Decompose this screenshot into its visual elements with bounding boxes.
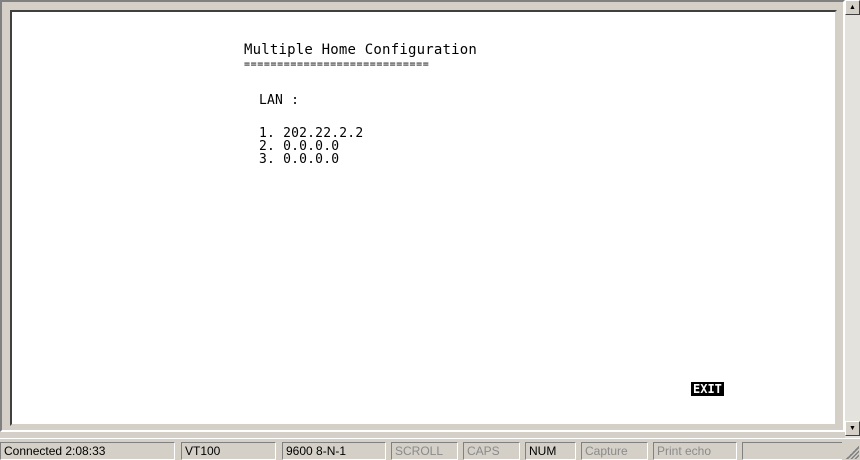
print-echo-indicator: Print echo	[653, 442, 737, 460]
capture-indicator: Capture	[581, 442, 648, 460]
scroll-lock-indicator: SCROLL	[391, 442, 458, 460]
num-lock-indicator: NUM	[525, 442, 576, 460]
lan-label: LAN :	[259, 93, 300, 108]
resize-grip-icon[interactable]	[846, 446, 859, 459]
title-underline: ============================	[244, 59, 430, 70]
lan-entry-3[interactable]: 3. 0.0.0.0	[259, 153, 339, 166]
status-spacer	[742, 442, 842, 460]
vertical-scrollbar[interactable]: ▲ ▼	[845, 0, 860, 438]
scroll-down-arrow-icon[interactable]: ▼	[845, 421, 860, 436]
status-bar: Connected 2:08:33 VT100 9600 8-N-1 SCROL…	[0, 438, 860, 460]
port-settings: 9600 8-N-1	[282, 442, 386, 460]
screen-title: Multiple Home Configuration	[244, 42, 477, 58]
scroll-up-arrow-icon[interactable]: ▲	[845, 0, 860, 15]
terminal-screen[interactable]: Multiple Home Configuration ============…	[10, 10, 837, 426]
connection-status: Connected 2:08:33	[0, 442, 175, 460]
terminal-frame: Multiple Home Configuration ============…	[0, 0, 845, 432]
exit-button[interactable]: EXIT	[691, 382, 724, 396]
emulation-type: VT100	[181, 442, 276, 460]
caps-lock-indicator: CAPS	[463, 442, 520, 460]
